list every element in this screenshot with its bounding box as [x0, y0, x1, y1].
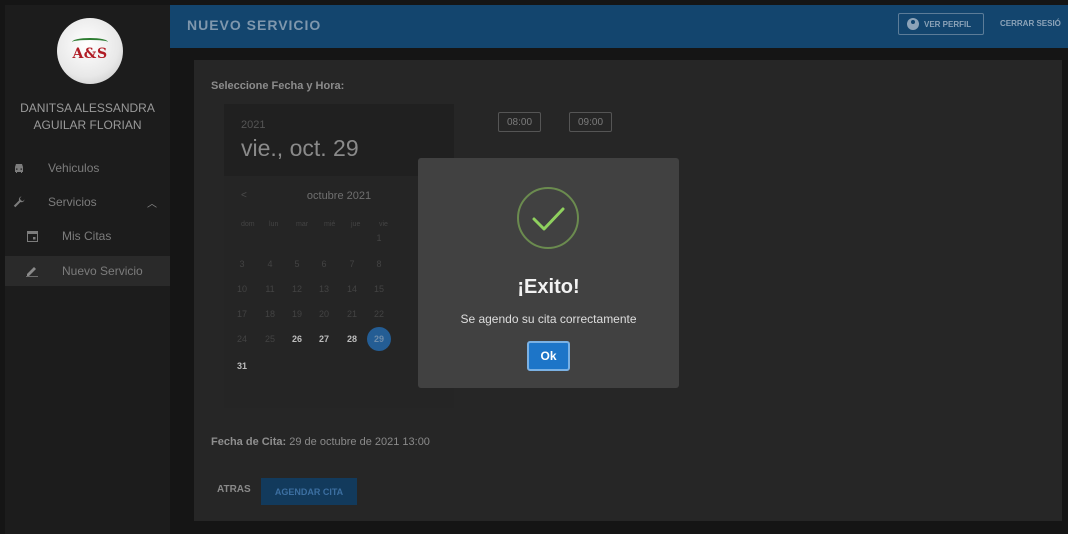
sidebar-item-servicios[interactable]: Servicios ︿ — [5, 187, 170, 217]
page-title: NUEVO SERVICIO — [187, 17, 322, 33]
top-app-bar: NUEVO SERVICIO VER PERFIL CERRAR SESIÓ — [170, 5, 1068, 48]
calendar-day[interactable]: 6 — [312, 252, 336, 276]
sidebar-item-label: Mis Citas — [62, 229, 112, 243]
calendar-day[interactable]: 22 — [367, 302, 391, 326]
calendar-day[interactable]: 17 — [230, 302, 254, 326]
calendar-day[interactable]: 27 — [312, 327, 336, 351]
calendar-day[interactable]: 26 — [285, 327, 309, 351]
logout-button[interactable]: CERRAR SESIÓ — [1000, 19, 1061, 28]
time-slot[interactable]: 08:00 — [498, 112, 541, 132]
calendar-day[interactable]: 14 — [340, 277, 364, 301]
success-check-icon — [517, 187, 579, 249]
view-profile-button[interactable]: VER PERFIL — [898, 13, 984, 35]
calendar-day[interactable]: 19 — [285, 302, 309, 326]
weekday-label: jue — [351, 221, 361, 228]
logo-car-icon — [72, 38, 108, 46]
previous-month-icon[interactable]: < — [241, 190, 247, 201]
sidebar-item-vehiculos[interactable]: Vehiculos — [5, 153, 170, 183]
chevron-up-icon: ︿ — [147, 198, 157, 210]
calendar-day-selected[interactable]: 29 — [367, 327, 391, 351]
car-icon — [12, 161, 26, 175]
weekday-label: lun — [269, 221, 279, 228]
time-slot[interactable]: 09:00 — [569, 112, 612, 132]
calendar-day[interactable]: 1 — [367, 226, 391, 250]
appointment-date-label: Fecha de Cita: — [211, 436, 287, 448]
calendar-day[interactable]: 8 — [367, 252, 391, 276]
sidebar-item-mis-citas[interactable]: Mis Citas — [5, 221, 170, 251]
calendar-day[interactable]: 15 — [367, 277, 391, 301]
calendar-day[interactable]: 12 — [285, 277, 309, 301]
success-dialog: ¡Exito! Se agendo su cita correctamente … — [418, 158, 679, 388]
sidebar-item-label: Vehiculos — [48, 161, 100, 175]
calendar-day[interactable]: 25 — [258, 327, 282, 351]
pencil-icon — [25, 264, 39, 278]
dialog-message: Se agendo su cita correctamente — [460, 312, 637, 326]
app: A&S DANITSA ALESSANDRA AGUILAR FLORIAN V… — [0, 0, 1068, 534]
wrench-icon — [12, 195, 26, 209]
account-circle-icon — [907, 18, 919, 30]
calendar-day[interactable]: 13 — [312, 277, 336, 301]
calendar-day[interactable]: 18 — [258, 302, 282, 326]
appointment-date-value: 29 de octubre de 2021 13:00 — [289, 436, 430, 448]
weekday-label: mar — [296, 221, 309, 228]
calendar-day[interactable]: 21 — [340, 302, 364, 326]
sidebar: A&S DANITSA ALESSANDRA AGUILAR FLORIAN V… — [5, 5, 170, 534]
user-name-last: AGUILAR FLORIAN — [33, 118, 142, 132]
sidebar-item-label: Servicios — [48, 195, 97, 209]
sidebar-item-nuevo-servicio[interactable]: Nuevo Servicio — [5, 256, 170, 286]
back-button[interactable]: ATRAS — [217, 484, 251, 495]
calendar-day[interactable]: 10 — [230, 277, 254, 301]
dialog-title: ¡Exito! — [517, 276, 580, 298]
calendar-day[interactable]: 5 — [285, 252, 309, 276]
calendar-day[interactable]: 28 — [340, 327, 364, 351]
user-name: DANITSA ALESSANDRA AGUILAR FLORIAN — [5, 100, 170, 134]
date-picker-selected-date: vie., oct. 29 — [241, 135, 359, 161]
company-logo: A&S — [57, 18, 123, 84]
calendar-day[interactable]: 4 — [258, 252, 282, 276]
logo-text: A&S — [72, 46, 108, 62]
calendar-day[interactable]: 24 — [230, 327, 254, 351]
weekday-label: dom — [241, 221, 255, 228]
calendar-day[interactable]: 3 — [230, 252, 254, 276]
calendar-day[interactable]: 7 — [340, 252, 364, 276]
ok-button[interactable]: Ok — [527, 341, 570, 371]
weekday-label: mié — [324, 221, 336, 228]
select-date-time-label: Seleccione Fecha y Hora: — [211, 80, 345, 92]
appointment-date: Fecha de Cita: 29 de octubre de 2021 13:… — [211, 436, 430, 448]
user-name-first: DANITSA ALESSANDRA — [20, 101, 155, 115]
calendar-icon — [25, 229, 39, 243]
calendar-day[interactable]: 31 — [230, 354, 254, 378]
calendar-day[interactable]: 20 — [312, 302, 336, 326]
schedule-appointment-button[interactable]: AGENDAR CITA — [261, 478, 357, 505]
calendar-day[interactable]: 11 — [258, 277, 282, 301]
sidebar-item-label: Nuevo Servicio — [62, 264, 143, 278]
date-picker-year[interactable]: 2021 — [241, 119, 265, 131]
view-profile-label: VER PERFIL — [924, 19, 972, 29]
